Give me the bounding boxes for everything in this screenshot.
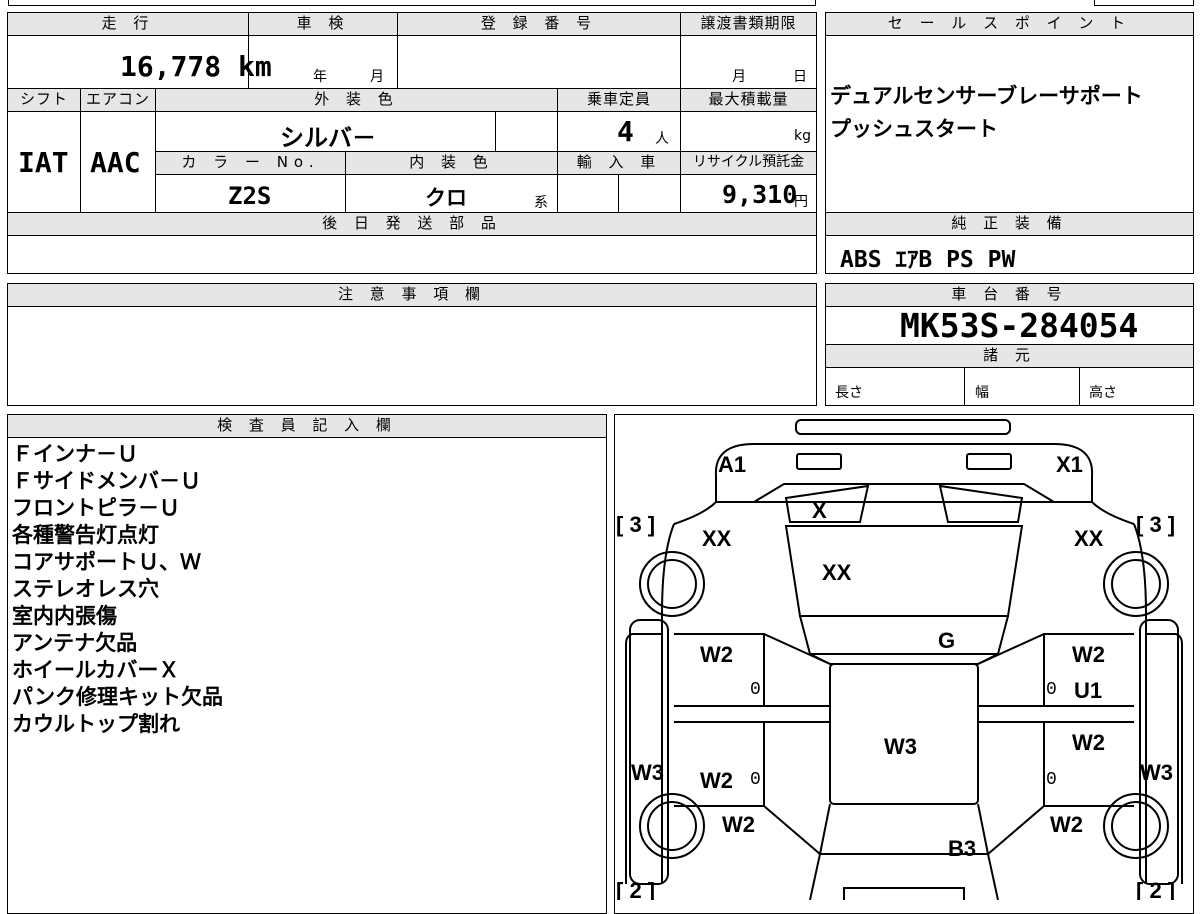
ac-value: AAC xyxy=(90,146,141,179)
mark-b3: B3 xyxy=(948,836,976,861)
capacity-header: 乗車定員 xyxy=(557,88,681,112)
mark-g: G xyxy=(938,628,955,653)
tire-fr: [ 3 ] xyxy=(1136,512,1175,537)
inspector-line: パンク修理キット欠品 xyxy=(12,685,224,709)
chassis-value: MK53S-284054 xyxy=(900,306,1139,345)
inspector-line: コアサポートＵ、Ｗ xyxy=(12,550,201,574)
mark-w3-left: W3 xyxy=(631,760,664,785)
recycle-value: 9,310 xyxy=(722,180,798,209)
tire-fl: [ 3 ] xyxy=(616,512,655,537)
inspector-line: 各種警告灯点灯 xyxy=(12,523,159,547)
tire-rl: [ 2 ] xyxy=(616,878,655,900)
mark-w2-lw: W2 xyxy=(722,812,755,837)
top-strip-right xyxy=(1094,0,1194,6)
mark-zero: 0 xyxy=(1046,680,1057,700)
interior-suffix: 系 xyxy=(534,195,548,211)
inspector-header: 検 査 員 記 入 欄 xyxy=(7,414,607,438)
color-no-header: カ ラ ー No. xyxy=(155,151,346,175)
mark-w2-rw: W2 xyxy=(1050,812,1083,837)
equipment-value: ABS ｴｱB PS PW xyxy=(840,247,1016,273)
inspector-line: ステレオレス穴 xyxy=(12,577,159,601)
chassis-header: 車 台 番 号 xyxy=(825,283,1194,307)
interior-color-value: クロ xyxy=(425,186,467,210)
mark-a1: A1 xyxy=(718,452,746,477)
mark-w3-center: W3 xyxy=(884,734,917,759)
car-diagram: A1 X1 X XX XX XX G W2 W2 U1 W3 W2 W3 W3 … xyxy=(616,419,1183,900)
exterior-color-sub xyxy=(495,111,558,152)
capacity-unit: 人 xyxy=(655,131,669,147)
registration-cell xyxy=(397,35,681,89)
spec-header: 諸 元 xyxy=(825,344,1194,368)
later-parts-header: 後 日 発 送 部 品 xyxy=(7,212,817,236)
mark-w2-lr: W2 xyxy=(700,768,733,793)
registration-header: 登 録 番 号 xyxy=(397,12,681,36)
transfer-month: 月 xyxy=(732,69,746,85)
transfer-header: 譲渡書類期限 xyxy=(680,12,817,36)
transfer-day: 日 xyxy=(793,69,807,85)
sales-point-line-2: プッシュスタート xyxy=(830,117,998,141)
recycle-unit: 円 xyxy=(794,194,808,210)
mark-xx-right: XX xyxy=(1074,526,1104,551)
mark-zero: 0 xyxy=(750,680,761,700)
length-label: 長さ xyxy=(835,385,863,401)
mark-w2-lf: W2 xyxy=(700,642,733,667)
shift-value: IAT xyxy=(18,146,69,179)
notes-header: 注 意 事 項 欄 xyxy=(7,283,817,307)
height-label: 高さ xyxy=(1089,385,1117,401)
import-header: 輸 入 車 xyxy=(557,151,681,175)
interior-color-header: 内 装 色 xyxy=(345,151,558,175)
inspector-line: アンテナ欠品 xyxy=(12,631,138,655)
capacity-value: 4 xyxy=(617,115,634,148)
top-strip xyxy=(8,0,816,6)
ac-header: エアコン xyxy=(80,88,156,112)
import-cell-b xyxy=(618,174,681,213)
inspector-line: Ｆインナ－Ｕ xyxy=(12,442,138,466)
mark-x: X xyxy=(812,498,827,523)
inspector-line: カウルトップ割れ xyxy=(12,712,180,736)
mark-xx-left: XX xyxy=(702,526,732,551)
shaken-header: 車 検 xyxy=(248,12,398,36)
mark-xx-center: XX xyxy=(822,560,852,585)
sales-point-header: セ ー ル ス ポ イ ン ト xyxy=(825,12,1194,36)
inspector-line: ホイールカバーＸ xyxy=(12,658,180,682)
equipment-header: 純 正 装 備 xyxy=(825,212,1194,236)
shaken-year: 年 xyxy=(313,69,327,85)
shaken-month: 月 xyxy=(370,69,384,85)
inspector-line: Ｆサイドメンバ－Ｕ xyxy=(12,469,201,493)
mark-x1: X1 xyxy=(1056,452,1083,477)
sales-point-line-1: デュアルセンサーブレーサポート xyxy=(830,84,1143,108)
exterior-color-header: 外 装 色 xyxy=(155,88,558,112)
shift-header: シフト xyxy=(7,88,81,112)
import-cell-a xyxy=(557,174,619,213)
mark-w2-rr: W2 xyxy=(1072,730,1105,755)
max-load-header: 最大積載量 xyxy=(680,88,817,112)
mileage-header: 走 行 xyxy=(7,12,249,36)
mark-u1: U1 xyxy=(1074,678,1102,703)
mark-zero: 0 xyxy=(1046,770,1057,790)
inspector-lines: Ｆインナ－Ｕ Ｆサイドメンバ－Ｕ フロントピラ－Ｕ 各種警告灯点灯 コアサポート… xyxy=(12,441,223,738)
mark-w3-right: W3 xyxy=(1140,760,1173,785)
inspector-line: フロントピラ－Ｕ xyxy=(12,496,180,520)
recycle-header: リサイクル預託金 xyxy=(680,151,817,175)
tire-rr: [ 2 ] xyxy=(1136,878,1175,900)
exterior-color-value: シルバ－ xyxy=(280,124,376,152)
inspector-line: 室内内張傷 xyxy=(12,604,117,628)
mark-zero: 0 xyxy=(750,770,761,790)
mark-w2-rf: W2 xyxy=(1072,642,1105,667)
max-load-unit: kg xyxy=(794,128,811,144)
width-label: 幅 xyxy=(975,385,989,401)
color-no-value: Z2S xyxy=(228,182,272,210)
